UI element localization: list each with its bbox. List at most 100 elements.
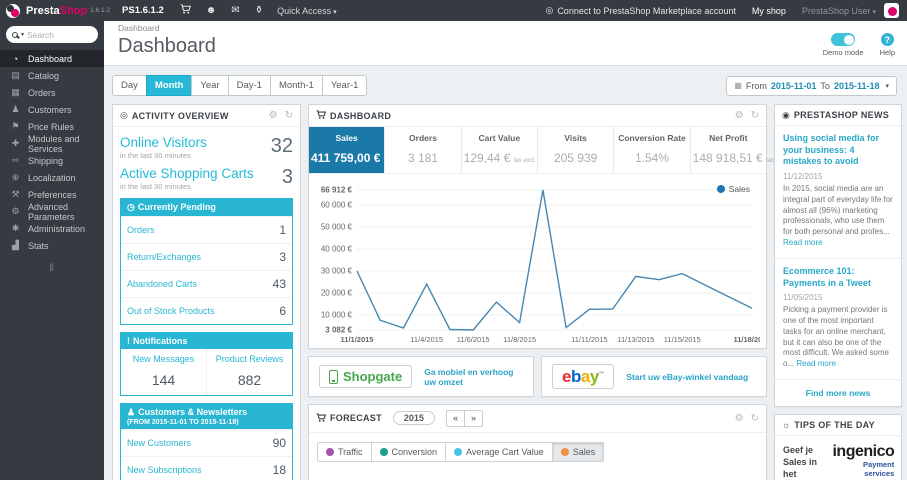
sidebar-item-administration[interactable]: ✱ Administration <box>0 220 104 237</box>
ebay-promo: ebay™ Start uw eBay-winkel vandaag <box>541 356 767 397</box>
row-link[interactable]: New Subscriptions <box>127 465 202 475</box>
gear-icon[interactable]: ⚙ <box>735 413 744 424</box>
sidebar-collapse-button[interactable]: ‖ <box>0 263 104 274</box>
sidebar-item-catalog[interactable]: ▤ Catalog <box>0 67 104 84</box>
ebay-letter: b <box>570 367 581 386</box>
kpi-conversion-rate[interactable]: Conversion Rate 1.54% <box>613 127 689 173</box>
sidebar-item-price-rules[interactable]: ⚑ Price Rules <box>0 118 104 135</box>
to-date: 2015-11-18 <box>833 80 880 91</box>
refresh-icon[interactable]: ↻ <box>285 110 293 121</box>
search-icon <box>12 31 18 38</box>
gear-icon[interactable]: ⚙ <box>735 110 744 121</box>
range-month-button[interactable]: Month <box>145 75 193 96</box>
new-messages-cell: New Messages 144 <box>121 349 207 395</box>
svg-text:60 000 €: 60 000 € <box>321 201 353 210</box>
kpi-orders[interactable]: Orders 3 181 <box>384 127 460 173</box>
row-link[interactable]: Out of Stock Products <box>127 306 215 316</box>
user-menu[interactable]: PrestaShop User ▾ <box>802 6 876 16</box>
legend-average-cart-value-button[interactable]: Average Cart Value <box>445 442 552 461</box>
range-day-button[interactable]: Day <box>112 75 147 96</box>
sidebar-item-dashboard[interactable]: ◔ Dashboard <box>0 50 104 67</box>
next-year-button[interactable]: » <box>463 410 483 427</box>
article-title-link[interactable]: Using social media for your business: 4 … <box>783 133 893 168</box>
trophy-icon[interactable]: ⚱ <box>255 5 263 16</box>
refresh-icon[interactable]: ↻ <box>751 110 759 121</box>
kpi-net-profit[interactable]: Net Profit148 918,51 € tax excl. <box>689 127 788 173</box>
sidebar-item-customers[interactable]: ♟ Customers <box>0 101 104 118</box>
kpi-cart-value[interactable]: Cart Value 129,44 € tax excl. <box>460 127 537 173</box>
pending-row-orders: Orders 1 <box>121 216 292 243</box>
calendar-icon: ▦ <box>734 81 742 90</box>
range-year-button[interactable]: Year <box>191 75 229 96</box>
range-month-1-button[interactable]: Month-1 <box>269 75 323 96</box>
customer-icon[interactable]: ☻ <box>206 5 217 16</box>
kpi-visits[interactable]: Visits 205 939 <box>536 127 613 173</box>
row-link[interactable]: Return/Exchanges <box>127 252 201 262</box>
kpi-sales[interactable]: Sales 411 759,00 € tax excl. <box>309 127 407 173</box>
quick-access-menu[interactable]: Quick Access ▾ <box>277 6 337 16</box>
sidebar-item-localization[interactable]: ⊕ Localization <box>0 169 104 186</box>
avatar[interactable] <box>884 3 899 18</box>
legend-conversion-button[interactable]: Conversion <box>370 442 446 461</box>
demo-mode-toggle[interactable]: Demo mode <box>823 33 864 57</box>
row-link[interactable]: Orders <box>127 225 155 235</box>
catalog-icon: ▤ <box>11 70 20 80</box>
active-carts-link[interactable]: Active Shopping Carts <box>120 166 254 181</box>
toggle-icon[interactable] <box>831 33 856 46</box>
sidebar-item-preferences[interactable]: ⚒ Preferences <box>0 186 104 203</box>
read-more-link[interactable]: Read more <box>783 238 823 247</box>
traffic-dot-icon <box>326 447 334 456</box>
sidebar-item-stats[interactable]: ▟ Stats <box>0 237 104 254</box>
row-link[interactable]: New Customers <box>127 438 191 448</box>
shop-code[interactable]: PS1.6.1.2 <box>122 5 164 16</box>
sidebar-item-orders[interactable]: ▦ Orders <box>0 84 104 101</box>
online-visitors-link[interactable]: Online Visitors <box>120 135 207 150</box>
date-range-picker[interactable]: ▦ From 2015-11-01 To 2015-11-18 ▾ <box>726 75 897 96</box>
ebay-link[interactable]: Start uw eBay-winkel vandaag <box>626 372 748 382</box>
forecast-panel: FORECAST 2015 « » ⚙ ↻ Traffic Conversion … <box>308 404 767 480</box>
preferences-icon: ⚒ <box>11 189 20 199</box>
kpi-label: Sales <box>335 133 358 143</box>
prestashop-logo[interactable] <box>6 3 20 18</box>
trademark: ™ <box>598 371 605 378</box>
read-more-link[interactable]: Read more <box>796 359 836 368</box>
shopgate-link[interactable]: Ga mobiel en verhoog uw omzet <box>424 367 523 387</box>
mail-icon[interactable]: ✉ <box>231 5 239 16</box>
legend-traffic-button[interactable]: Traffic <box>318 443 371 461</box>
chart-legend: Sales <box>716 184 750 194</box>
panel-title: ACTIVITY OVERVIEW <box>131 110 229 121</box>
find-more-news-link[interactable]: Find more news <box>775 380 901 406</box>
sidebar-search[interactable]: ▾ <box>6 26 98 43</box>
row-link[interactable]: Abandoned Carts <box>127 279 197 289</box>
sidebar-item-label: Modules and Services <box>28 133 80 154</box>
article-title-link[interactable]: Ecommerce 101: Payments in a Tweet <box>783 266 893 289</box>
previous-year-button[interactable]: « <box>445 410 465 427</box>
breadcrumb[interactable]: Dashboard <box>118 23 895 33</box>
ebay-letter: a <box>580 367 590 386</box>
article-date: 11/12/2015 <box>783 172 823 182</box>
currently-pending-section: ◷ Currently Pending Orders 1 Return/Exchan… <box>120 198 293 325</box>
range-year-1-button[interactable]: Year-1 <box>321 75 368 96</box>
range-day-1-button[interactable]: Day-1 <box>227 75 271 96</box>
sidebar-item-label: Localization <box>28 172 76 183</box>
svg-text:11/18/2015: 11/18/2015 <box>733 335 760 344</box>
search-input[interactable] <box>27 29 92 40</box>
gear-icon[interactable]: ⚙ <box>269 110 278 121</box>
sidebar-item-shipping[interactable]: ⇨ Shipping <box>0 152 104 169</box>
forecast-year: 2015 <box>392 411 435 426</box>
sidebar-item-modules[interactable]: ✚ Modules and Services <box>0 133 104 154</box>
refresh-icon[interactable]: ↻ <box>751 413 759 424</box>
svg-text:11/15/2015: 11/15/2015 <box>664 335 701 344</box>
kpi-value: 148 918,51 € <box>692 151 763 165</box>
cell-link[interactable]: Product Reviews <box>209 354 290 364</box>
cell-link[interactable]: New Messages <box>123 354 204 364</box>
brand-name[interactable]: PrestaShop <box>26 5 87 17</box>
marketplace-label: Connect to PrestaShop Marketplace accoun… <box>557 5 736 16</box>
cart-icon[interactable] <box>180 4 191 17</box>
help-button[interactable]: ? Help <box>880 33 895 57</box>
sidebar-item-advanced-parameters[interactable]: ⚙ Advanced Parameters <box>0 202 104 222</box>
sidebar-item-label: Shipping <box>28 155 64 166</box>
my-shop-link[interactable]: My shop <box>752 6 786 16</box>
legend-sales-button[interactable]: Sales <box>551 442 604 461</box>
marketplace-link[interactable]: ◎ Connect to PrestaShop Marketplace accou… <box>545 5 735 16</box>
